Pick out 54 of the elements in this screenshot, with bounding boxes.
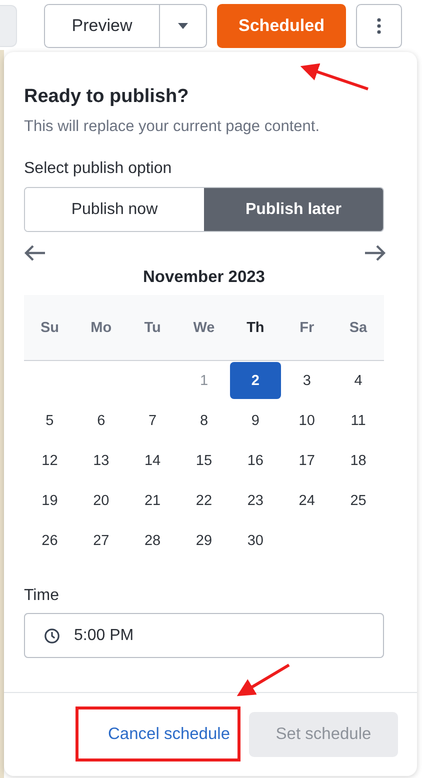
calendar-day[interactable]: 12 — [24, 441, 76, 481]
more-button[interactable] — [356, 4, 402, 48]
time-label: Time — [24, 587, 60, 605]
calendar-day[interactable]: 10 — [281, 401, 333, 441]
calendar-day[interactable]: 27 — [75, 521, 127, 561]
calendar-day[interactable]: 5 — [24, 401, 76, 441]
calendar-day[interactable]: 21 — [126, 481, 178, 521]
previous-month-icon[interactable] — [24, 245, 46, 261]
calendar-day[interactable]: 22 — [178, 481, 230, 521]
annotation-arrow — [236, 664, 290, 696]
calendar-day[interactable]: 3 — [281, 361, 333, 401]
option-label: Select publish option — [24, 160, 173, 178]
weekday-label: We — [192, 320, 216, 336]
calendar-day[interactable]: 15 — [178, 441, 230, 481]
preview-button[interactable]: Preview — [45, 5, 160, 47]
weekday-label: Sa — [348, 320, 368, 336]
calendar-day[interactable]: 17 — [281, 441, 333, 481]
calendar-day[interactable]: 2 — [230, 362, 282, 399]
calendar-day[interactable]: 8 — [178, 401, 230, 441]
calendar-day[interactable]: 19 — [24, 481, 76, 521]
clock-icon — [44, 628, 60, 644]
time-field[interactable]: 5:00 PM — [24, 613, 384, 658]
calendar-day[interactable]: 6 — [75, 401, 127, 441]
dialog-title: Ready to publish? — [24, 86, 190, 108]
next-month-icon[interactable] — [364, 245, 386, 261]
calendar-day[interactable]: 23 — [230, 481, 282, 521]
caret-icon — [178, 23, 188, 29]
month-title: November 2023 — [142, 268, 266, 287]
calendar-day[interactable]: 24 — [281, 481, 333, 521]
calendar-day[interactable]: 18 — [332, 441, 384, 481]
option-tab[interactable]: Publish later — [204, 188, 383, 231]
dialog-subtitle: This will replace your current page content. — [24, 118, 321, 136]
weekday-label: Su — [39, 320, 60, 336]
calendar-day[interactable]: 14 — [126, 441, 178, 481]
weekday-label: Th — [246, 320, 266, 336]
weekday-label: Fr — [298, 320, 316, 336]
weekday-label: Mo — [90, 320, 113, 336]
more-icon — [377, 18, 381, 34]
toolbar-button[interactable] — [0, 5, 17, 47]
calendar-day[interactable]: 9 — [230, 401, 282, 441]
weekday-label: Tu — [143, 320, 162, 336]
calendar-day[interactable]: 29 — [178, 521, 230, 561]
calendar-day[interactable]: 20 — [75, 481, 127, 521]
calendar-day[interactable]: 26 — [24, 521, 76, 561]
annotation-arrow — [300, 63, 368, 90]
calendar-day[interactable]: 7 — [126, 401, 178, 441]
calendar-day[interactable]: 16 — [230, 441, 282, 481]
calendar-day: 1 — [178, 361, 230, 401]
calendar-day[interactable]: 25 — [332, 481, 384, 521]
calendar-day[interactable]: 13 — [75, 441, 127, 481]
calendar-day[interactable]: 30 — [230, 521, 282, 561]
calendar-day[interactable]: 4 — [332, 361, 384, 401]
calendar-day[interactable]: 28 — [126, 521, 178, 561]
calendar-day[interactable]: 11 — [332, 401, 384, 441]
